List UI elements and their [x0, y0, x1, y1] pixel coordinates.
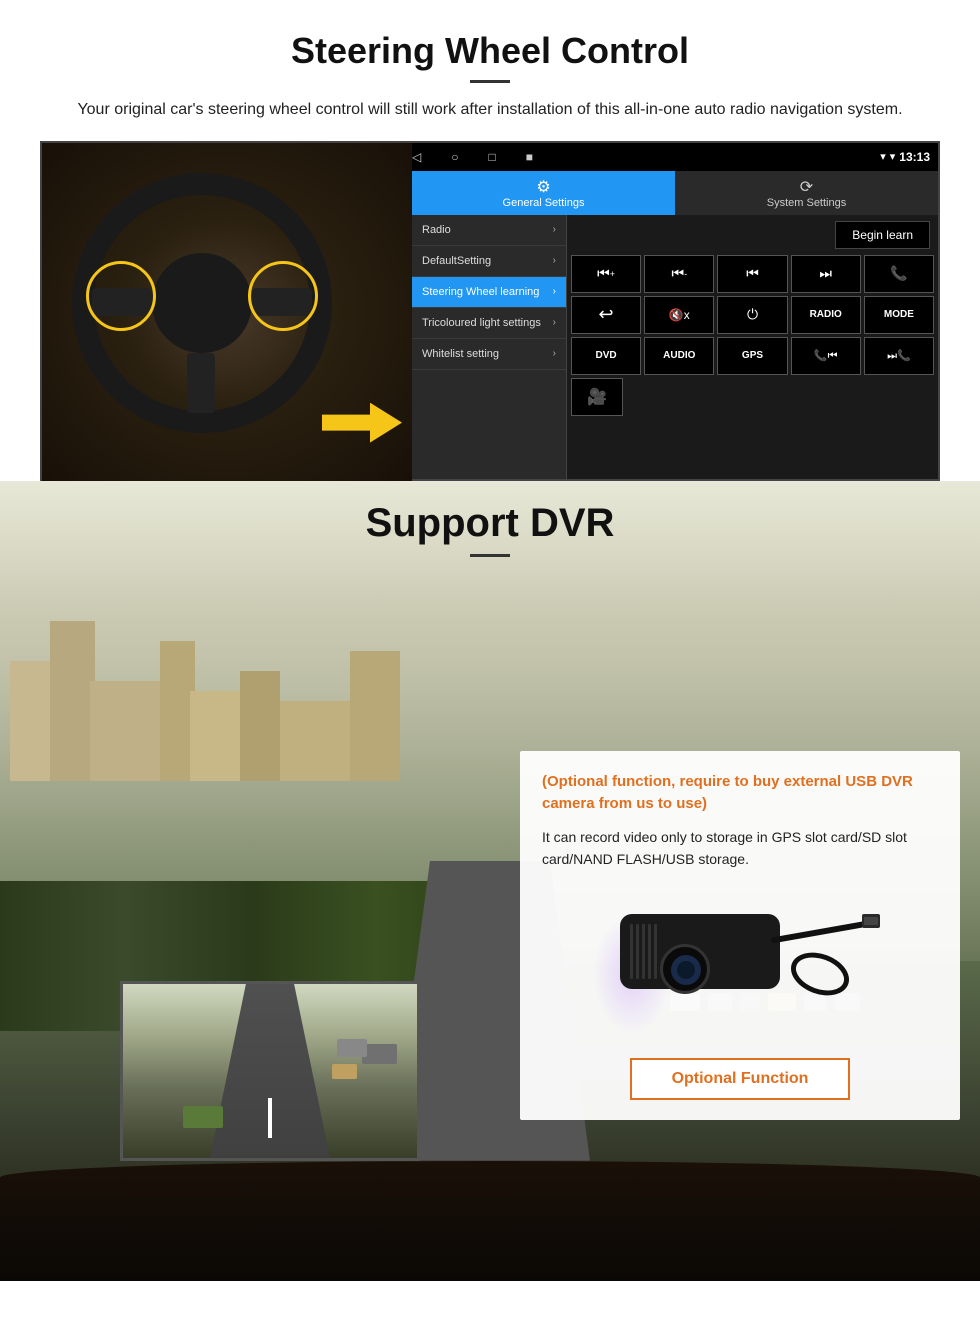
chevron-icon: ›	[553, 255, 556, 266]
dvr-optional-text: (Optional function, require to buy exter…	[542, 771, 938, 816]
dvr-title-area: Support DVR	[0, 501, 980, 557]
dvd-button[interactable]: DVD	[571, 337, 641, 375]
settings-tabs: ⚙ General Settings ⟳ System Settings	[412, 171, 938, 215]
dvr-camera-image	[542, 884, 938, 1044]
general-settings-icon: ⚙	[420, 177, 667, 197]
dvr-description: It can record video only to storage in G…	[542, 826, 938, 871]
settings-item-tricoloured[interactable]: Tricoloured light settings ›	[412, 308, 566, 339]
page-title: Steering Wheel Control	[40, 30, 940, 72]
settings-item-whitelist[interactable]: Whitelist setting ›	[412, 339, 566, 370]
wifi-icon: ▾	[890, 150, 896, 163]
begin-learn-button[interactable]: Begin learn	[835, 221, 930, 249]
hang-up-button[interactable]: ↩	[571, 296, 641, 334]
dvr-dashboard	[0, 1161, 980, 1281]
section-description: Your original car's steering wheel contr…	[60, 97, 920, 123]
swc-demo: ◁ ○ □ ■ ▾ ▾ 13:13 ⚙ General Settings ⟳	[40, 141, 940, 481]
chevron-icon: ›	[553, 224, 556, 235]
chevron-icon: ›	[553, 348, 556, 359]
chevron-icon: ›	[553, 317, 556, 328]
controls-grid-row1: ⏮+ ⏮- ⏮ ⏭ 📞	[571, 255, 934, 293]
gps-button[interactable]: GPS	[717, 337, 787, 375]
system-settings-icon: ⟳	[683, 177, 930, 197]
menu-icon[interactable]: ■	[526, 150, 533, 164]
mode-button[interactable]: MODE	[864, 296, 934, 334]
chevron-icon: ›	[553, 286, 556, 297]
mute-button[interactable]: 🔇x	[644, 296, 714, 334]
left-button-highlight	[86, 261, 156, 331]
optional-function-button[interactable]: Optional Function	[630, 1058, 850, 1100]
nav-bar: ◁ ○ □ ■ ▾ ▾ 13:13	[412, 143, 938, 171]
time-display: 13:13	[899, 150, 930, 164]
dvr-info-card: (Optional function, require to buy exter…	[520, 751, 960, 1121]
back-icon[interactable]: ◁	[412, 150, 421, 164]
vol-down-button[interactable]: ⏮-	[644, 255, 714, 293]
call-next-button[interactable]: ⏭📞	[864, 337, 934, 375]
dvr-buildings	[0, 561, 588, 781]
settings-item-radio[interactable]: Radio ›	[412, 215, 566, 246]
call-button[interactable]: 📞	[864, 255, 934, 293]
call-prev-button[interactable]: 📞⏮	[791, 337, 861, 375]
dvr-thumbnail	[120, 981, 420, 1161]
settings-list: Radio › DefaultSetting › Steering Wheel …	[412, 215, 567, 479]
home-icon[interactable]: ○	[451, 150, 458, 164]
dvr-title: Support DVR	[0, 501, 980, 546]
prev-button[interactable]: ⏮	[717, 255, 787, 293]
signal-icon: ▾	[880, 150, 886, 163]
dvr-section: Support DVR (Optional function, require …	[0, 481, 980, 1281]
settings-item-default[interactable]: DefaultSetting ›	[412, 246, 566, 277]
radio-button[interactable]: RADIO	[791, 296, 861, 334]
controls-panel: Begin learn ⏮+ ⏮- ⏮ ⏭ 📞 ↩ 🔇x ⏻	[567, 215, 938, 479]
audio-button[interactable]: AUDIO	[644, 337, 714, 375]
tab-general-settings[interactable]: ⚙ General Settings	[412, 171, 675, 215]
settings-item-steering-wheel[interactable]: Steering Wheel learning ›	[412, 277, 566, 308]
controls-grid-row3: DVD AUDIO GPS 📞⏮ ⏭📞	[571, 337, 934, 375]
settings-body: Radio › DefaultSetting › Steering Wheel …	[412, 215, 938, 479]
title-divider	[470, 80, 510, 83]
arrow-indicator	[322, 403, 402, 443]
controls-row4: 🎥	[571, 378, 934, 416]
power-button[interactable]: ⏻	[717, 296, 787, 334]
controls-grid-row2: ↩ 🔇x ⏻ RADIO MODE	[571, 296, 934, 334]
steering-wheel-photo	[42, 143, 412, 483]
steering-wheel-section: Steering Wheel Control Your original car…	[0, 0, 980, 481]
dvr-title-divider	[470, 554, 510, 557]
steering-wheel	[72, 173, 332, 433]
next-button[interactable]: ⏭	[791, 255, 861, 293]
dvr-button[interactable]: 🎥	[571, 378, 623, 416]
right-button-highlight	[248, 261, 318, 331]
tab-system-settings[interactable]: ⟳ System Settings	[675, 171, 938, 215]
recents-icon[interactable]: □	[488, 150, 495, 164]
android-panel: ◁ ○ □ ■ ▾ ▾ 13:13 ⚙ General Settings ⟳	[412, 143, 938, 479]
vol-up-button[interactable]: ⏮+	[571, 255, 641, 293]
